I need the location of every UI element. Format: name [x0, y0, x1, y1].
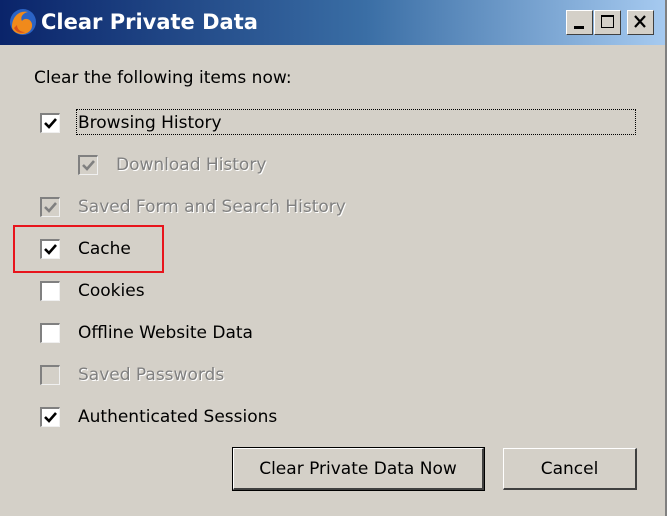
option-label: Download History [116, 155, 267, 175]
option-browsing-history[interactable]: Browsing History [0, 110, 660, 140]
maximize-icon [601, 15, 614, 28]
checkmark-icon [82, 160, 95, 171]
checkbox-browsing-history[interactable] [40, 113, 60, 133]
checkbox-saved-form-and-search-history [40, 197, 60, 217]
option-offline-website-data[interactable]: Offline Website Data [0, 320, 660, 350]
option-label: Offline Website Data [78, 323, 253, 343]
option-label: Saved Passwords [78, 365, 225, 385]
option-cache[interactable]: Cache [0, 236, 660, 266]
instructions-label: Clear the following items now: [34, 68, 292, 88]
checkbox-offline-website-data[interactable] [40, 323, 60, 343]
checkmark-icon [44, 202, 57, 213]
checkmark-icon [44, 412, 57, 423]
option-saved-form-and-search-history: Saved Form and Search History [0, 194, 660, 224]
checkmark-icon [44, 118, 57, 129]
firefox-icon [8, 7, 38, 37]
option-download-history: Download History [0, 152, 660, 182]
option-label: Cache [78, 239, 131, 259]
checkbox-authenticated-sessions[interactable] [40, 407, 60, 427]
checkbox-saved-passwords [40, 365, 60, 385]
window-title: Clear Private Data [41, 10, 258, 34]
close-button[interactable] [627, 10, 654, 35]
maximize-button[interactable] [594, 10, 621, 35]
cancel-button[interactable]: Cancel [503, 448, 637, 490]
title-bar[interactable]: Clear Private Data [0, 0, 665, 45]
option-label: Browsing History [78, 113, 222, 133]
checkbox-cache[interactable] [40, 239, 60, 259]
checkmark-icon [44, 244, 57, 255]
option-cookies[interactable]: Cookies [0, 278, 660, 308]
clear-private-data-now-button[interactable]: Clear Private Data Now [232, 447, 485, 491]
checkbox-download-history [78, 155, 98, 175]
clear-private-data-dialog: Clear Private Data Clear the following i… [0, 0, 667, 516]
option-authenticated-sessions[interactable]: Authenticated Sessions [0, 404, 660, 434]
close-icon [634, 15, 646, 28]
minimize-icon [574, 26, 584, 29]
option-saved-passwords: Saved Passwords [0, 362, 660, 392]
checkbox-cookies[interactable] [40, 281, 60, 301]
option-label: Saved Form and Search History [78, 197, 346, 217]
option-label: Cookies [78, 281, 145, 301]
option-label: Authenticated Sessions [78, 407, 278, 427]
minimize-button[interactable] [566, 10, 593, 35]
